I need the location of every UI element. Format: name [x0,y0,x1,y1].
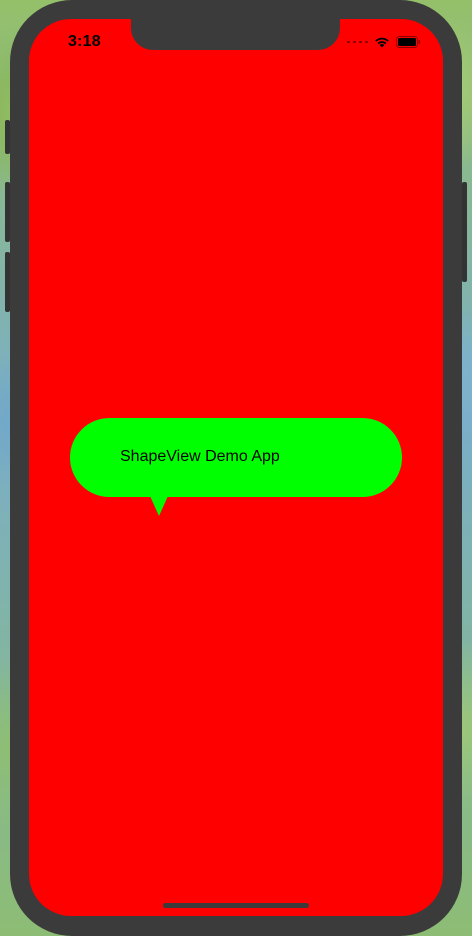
status-icons [347,36,421,48]
battery-icon [396,36,421,48]
volume-down-button [5,252,10,312]
status-time: 3:18 [68,33,101,50]
app-screen: 3:18 ShapeView Demo App [29,19,443,916]
speech-bubble-shape: ShapeView Demo App [70,418,402,518]
mute-switch [5,120,10,154]
volume-up-button [5,182,10,242]
status-bar: 3:18 [29,19,443,63]
home-indicator[interactable] [163,903,309,908]
bubble-label: ShapeView Demo App [120,448,280,465]
signal-dots-icon [347,41,368,43]
wifi-icon [375,37,389,48]
power-button [462,182,467,282]
speech-bubble-tail [150,496,168,516]
